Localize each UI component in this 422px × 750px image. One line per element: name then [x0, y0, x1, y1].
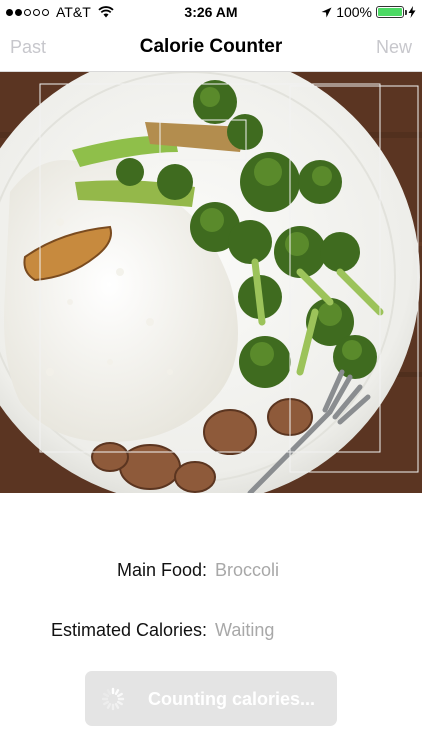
estimated-calories-value: Waiting	[215, 620, 275, 640]
new-button[interactable]: New	[376, 37, 412, 58]
battery-icon	[376, 6, 407, 18]
battery-percentage: 100%	[336, 4, 372, 20]
main-food-value: Broccoli	[215, 560, 280, 580]
estimated-calories-label: Estimated Calories:	[50, 620, 207, 640]
counting-calories-button[interactable]: Counting calories...	[85, 671, 337, 726]
page-title: Calorie Counter	[139, 36, 283, 57]
location-arrow-icon	[321, 7, 332, 17]
charging-bolt-icon	[408, 6, 416, 18]
navigation-bar: Past Calorie Counter New	[0, 24, 422, 72]
main-food-label: Main Food:	[116, 560, 207, 580]
counting-calories-label: Counting calories...	[148, 689, 316, 709]
status-right: 100%	[321, 4, 416, 20]
status-bar: AT&T 3:26 AM 100%	[0, 0, 422, 24]
food-photo-illustration	[0, 72, 422, 493]
food-photo	[0, 72, 422, 493]
spinner-icon	[101, 687, 125, 711]
